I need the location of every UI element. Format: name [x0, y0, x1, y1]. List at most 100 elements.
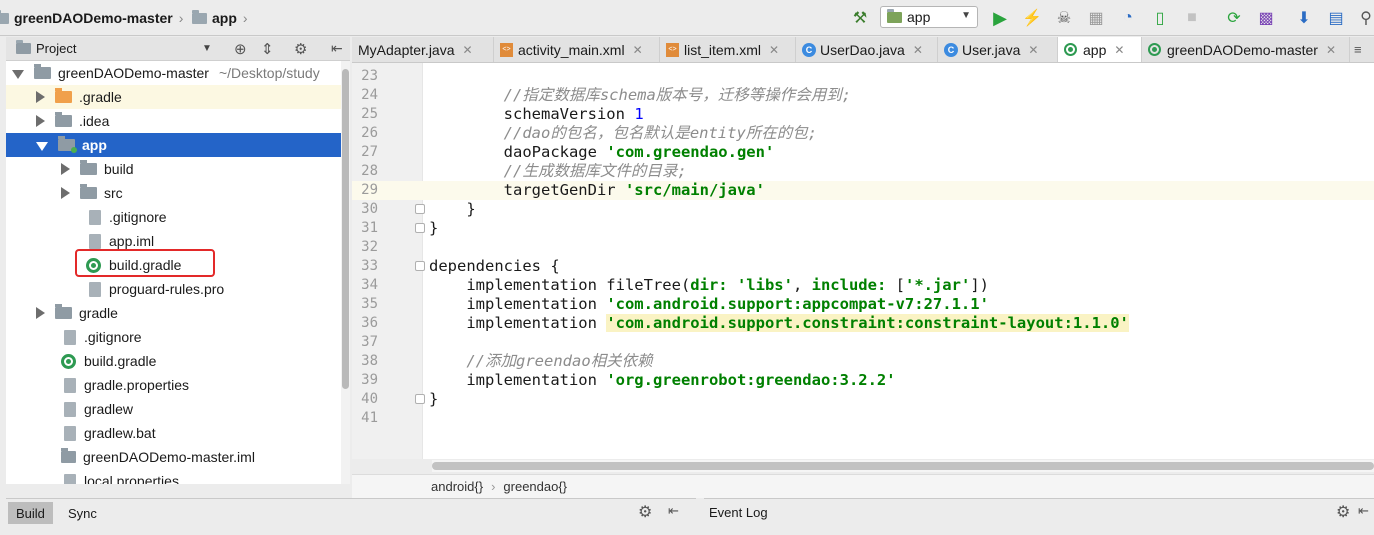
tab-sync[interactable]: Sync: [60, 502, 105, 524]
breadcrumb-module[interactable]: app ›: [192, 8, 248, 28]
tree-item-label: app.iml: [109, 233, 155, 249]
code-line[interactable]: 26 //dao的包名，包名默认是entity所在的包;: [352, 124, 1374, 143]
coverage-icon[interactable]: ▦: [1086, 8, 1106, 28]
code-line[interactable]: 27 daoPackage 'com.greendao.gen': [352, 143, 1374, 162]
tree-item-build[interactable]: build: [6, 157, 342, 181]
close-icon[interactable]: ✕: [463, 43, 473, 57]
tab-activity-main[interactable]: <> activity_main.xml ✕: [494, 37, 660, 62]
stop-icon[interactable]: ■: [1182, 8, 1202, 28]
collapse-arrow-icon[interactable]: [61, 187, 70, 199]
gear-icon[interactable]: ⚙: [638, 502, 652, 522]
attach-debugger-icon[interactable]: ▯: [1150, 8, 1170, 28]
code-line[interactable]: 28 //生成数据库文件的目录;: [352, 162, 1374, 181]
search-icon[interactable]: ⚲: [1356, 8, 1374, 28]
debug-icon[interactable]: ☠: [1054, 8, 1074, 28]
tab-app-gradle[interactable]: app ✕: [1058, 37, 1142, 62]
sync-gradle-icon[interactable]: ⟳: [1224, 8, 1244, 28]
chevron-down-icon[interactable]: ▼: [202, 43, 212, 54]
close-icon[interactable]: ✕: [633, 43, 643, 57]
tree-scrollbar[interactable]: [341, 61, 350, 484]
tree-item-gradle[interactable]: gradle: [6, 301, 342, 325]
code-line[interactable]: 34 implementation fileTree(dir: 'libs', …: [352, 276, 1374, 295]
collapse-arrow-icon[interactable]: [36, 91, 45, 103]
breadcrumb-project[interactable]: greenDAODemo-master ›: [0, 8, 183, 28]
scroll-from-source-icon[interactable]: ⊕: [234, 40, 247, 58]
tree-item-src[interactable]: src: [6, 181, 342, 205]
scrollbar-thumb[interactable]: [432, 462, 1374, 470]
fold-marker-icon[interactable]: [415, 223, 425, 233]
tab-build[interactable]: Build: [8, 502, 53, 524]
tab-myadapter[interactable]: MyAdapter.java ✕: [352, 37, 494, 62]
close-icon[interactable]: ✕: [1114, 43, 1124, 57]
tree-item-gradlew-bat[interactable]: gradlew.bat: [6, 421, 342, 445]
collapse-arrow-icon[interactable]: [36, 307, 45, 319]
code-line[interactable]: 41: [352, 409, 1374, 428]
tree-item-gradle-dir[interactable]: .gradle: [6, 85, 342, 109]
breadcrumb-item-greendao[interactable]: greendao{}: [503, 479, 567, 494]
hide-panel-icon[interactable]: ⇤: [668, 503, 679, 519]
code-text: daoPackage 'com.greendao.gen': [429, 143, 775, 161]
tree-item-gradle-properties[interactable]: gradle.properties: [6, 373, 342, 397]
tab-userdao[interactable]: C UserDao.java ✕: [796, 37, 938, 62]
tree-item-build-gradle[interactable]: build.gradle: [6, 349, 342, 373]
fold-marker-icon[interactable]: [415, 261, 425, 271]
run-config-select[interactable]: app ▼: [880, 6, 978, 28]
code-line[interactable]: 31}: [352, 219, 1374, 238]
tab-user[interactable]: C User.java ✕: [938, 37, 1058, 62]
profiler-icon[interactable]: ◔: [1118, 8, 1138, 28]
tree-item-idea[interactable]: .idea: [6, 109, 342, 133]
tree-item-root[interactable]: greenDAODemo-master ~/Desktop/study: [6, 61, 342, 85]
code-line[interactable]: 30 }: [352, 200, 1374, 219]
code-line[interactable]: 38 //添加greendao相关依赖: [352, 352, 1374, 371]
breadcrumb-item-android[interactable]: android{}: [431, 479, 483, 494]
avd-manager-icon[interactable]: ▩: [1256, 8, 1276, 28]
code-line[interactable]: 25 schemaVersion 1: [352, 105, 1374, 124]
run-icon[interactable]: ▶: [990, 8, 1010, 28]
sdk-manager-icon[interactable]: ⬇: [1294, 8, 1314, 28]
expand-arrow-icon[interactable]: [36, 141, 48, 151]
close-icon[interactable]: ✕: [769, 43, 779, 57]
tree-item-local-properties[interactable]: local.properties: [6, 469, 342, 484]
tab-list-item[interactable]: <> list_item.xml ✕: [660, 37, 796, 62]
project-view-select[interactable]: Project: [36, 41, 76, 56]
fold-marker-icon[interactable]: [415, 394, 425, 404]
hide-panel-icon[interactable]: ⇤: [1358, 503, 1369, 519]
code-line[interactable]: 32: [352, 238, 1374, 257]
close-icon[interactable]: ✕: [1028, 43, 1038, 57]
tree-item-gradlew[interactable]: gradlew: [6, 397, 342, 421]
close-icon[interactable]: ✕: [913, 43, 923, 57]
code-line[interactable]: 36 implementation 'com.android.support.c…: [352, 314, 1374, 333]
tab-label: UserDao.java: [820, 41, 905, 58]
collapse-arrow-icon[interactable]: [36, 115, 45, 127]
code-line[interactable]: 33 dependencies {: [352, 257, 1374, 276]
gear-icon[interactable]: ⚙: [1336, 502, 1350, 522]
fold-marker-icon[interactable]: [415, 204, 425, 214]
code-line[interactable]: 35 implementation 'com.android.support:a…: [352, 295, 1374, 314]
code-line[interactable]: 37: [352, 333, 1374, 352]
expand-arrow-icon[interactable]: [12, 69, 24, 79]
gear-icon[interactable]: ⚙: [294, 40, 307, 58]
tree-item-proguard[interactable]: proguard-rules.pro: [6, 277, 342, 301]
hide-panel-icon[interactable]: ⇤: [331, 40, 343, 57]
code-editor[interactable]: 23 24 //指定数据库schema版本号，迁移等操作会用到; 25 schema…: [352, 63, 1374, 459]
tree-item-gitignore[interactable]: .gitignore: [6, 325, 342, 349]
editor-horizontal-scrollbar[interactable]: [432, 460, 1374, 472]
project-structure-icon[interactable]: ▤: [1326, 8, 1346, 28]
tree-item-app[interactable]: app: [6, 133, 342, 157]
code-line[interactable]: 23: [352, 67, 1374, 86]
tree-item-app-gitignore[interactable]: .gitignore: [6, 205, 342, 229]
scrollbar-thumb[interactable]: [342, 69, 349, 389]
apply-changes-icon[interactable]: ⚡: [1022, 8, 1042, 28]
code-line[interactable]: 24 //指定数据库schema版本号，迁移等操作会用到;: [352, 86, 1374, 105]
hammer-icon[interactable]: ⚒: [850, 8, 870, 28]
code-line[interactable]: 29 targetGenDir 'src/main/java': [352, 181, 1374, 200]
class-icon: C: [802, 42, 816, 57]
tab-project-gradle[interactable]: greenDAODemo-master ✕: [1142, 37, 1350, 62]
code-line[interactable]: 40}: [352, 390, 1374, 409]
collapse-all-icon[interactable]: ⇕: [261, 40, 274, 58]
code-line[interactable]: 39 implementation 'org.greenrobot:greend…: [352, 371, 1374, 390]
tree-item-project-iml[interactable]: greenDAODemo-master.iml: [6, 445, 342, 469]
tab-overflow-icon[interactable]: ≡: [1354, 42, 1362, 57]
collapse-arrow-icon[interactable]: [61, 163, 70, 175]
close-icon[interactable]: ✕: [1326, 43, 1336, 57]
